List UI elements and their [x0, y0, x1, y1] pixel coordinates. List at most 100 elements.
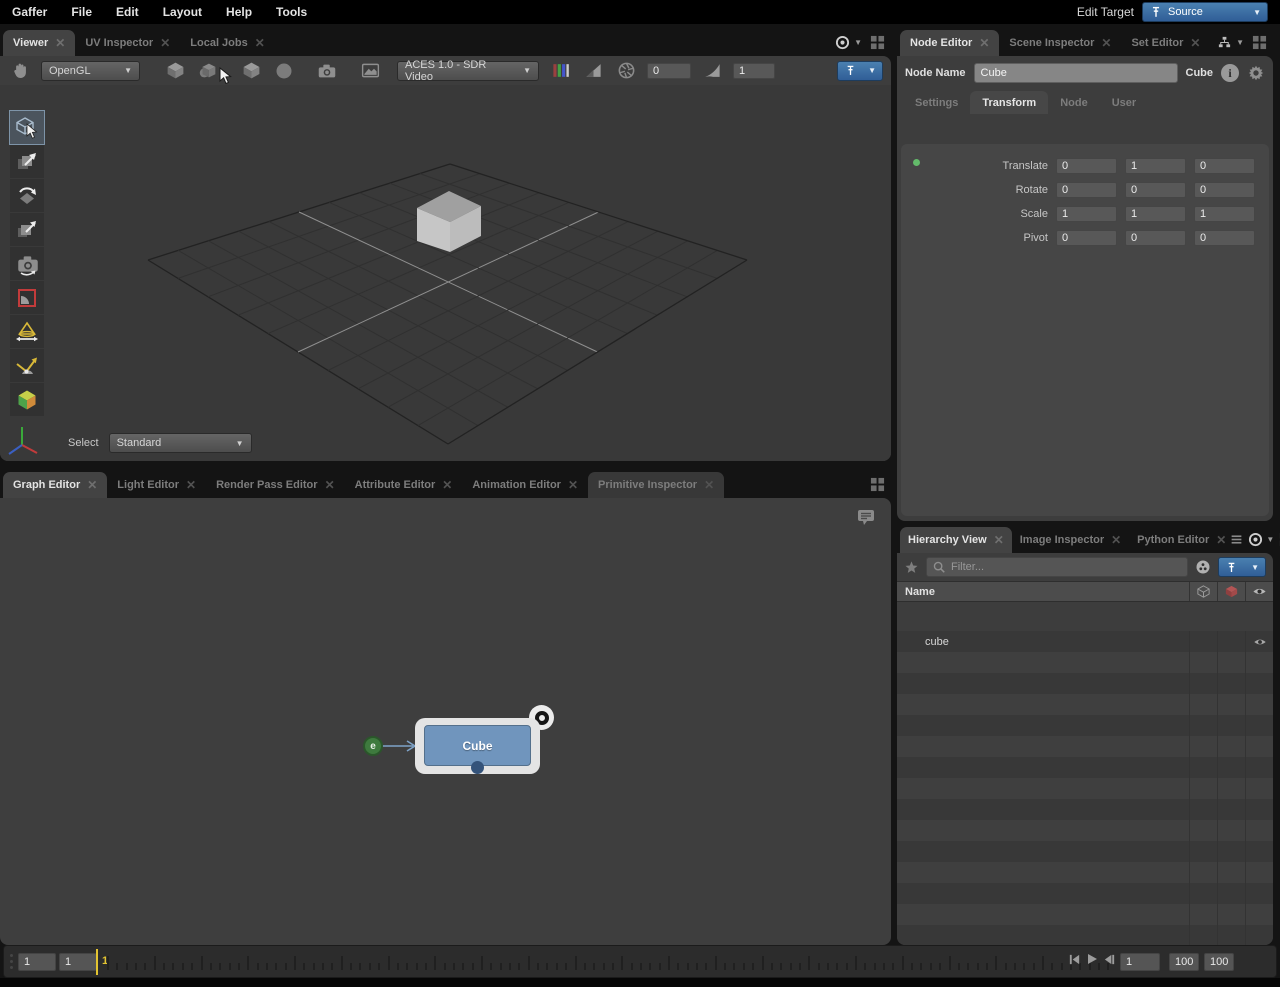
aperture-icon[interactable] — [614, 59, 638, 83]
skip-to-start-icon[interactable] — [1068, 953, 1081, 966]
tab-animation-editor[interactable]: Animation Editor ✕ — [462, 472, 588, 498]
camera-tool-button[interactable] — [10, 247, 44, 280]
exposure-icon[interactable] — [581, 59, 605, 83]
layout-grid-icon[interactable] — [1252, 35, 1267, 50]
tab-uv-inspector[interactable]: UV Inspector ✕ — [75, 30, 180, 56]
close-icon[interactable]: ✕ — [994, 534, 1004, 546]
menu-help[interactable]: Help — [226, 5, 252, 19]
info-icon[interactable]: i — [1221, 64, 1239, 82]
playhead[interactable] — [96, 949, 98, 975]
select-tool-button[interactable] — [10, 111, 44, 144]
pan-hand-icon[interactable] — [8, 59, 32, 83]
uv-cube-tool-button[interactable] — [10, 383, 44, 416]
node-set-button[interactable]: ▼ — [1217, 35, 1244, 50]
menu-gaffer[interactable]: Gaffer — [12, 5, 47, 19]
close-icon[interactable]: ✕ — [1101, 37, 1111, 49]
shading-cube-icon[interactable] — [239, 59, 263, 83]
fps-field[interactable] — [1204, 953, 1234, 971]
menu-edit[interactable]: Edit — [116, 5, 139, 19]
select-mode-dropdown[interactable]: Standard ▼ — [109, 433, 252, 453]
rotate-x-field[interactable] — [1056, 182, 1117, 198]
close-icon[interactable]: ✕ — [186, 479, 196, 491]
display-transform-dropdown[interactable]: ACES 1.0 - SDR Video ▼ — [397, 61, 539, 81]
tab-attribute-editor[interactable]: Attribute Editor ✕ — [345, 472, 463, 498]
rotate-z-field[interactable] — [1194, 182, 1255, 198]
gamma-field[interactable] — [733, 63, 775, 79]
tab-scene-inspector[interactable]: Scene Inspector ✕ — [999, 30, 1121, 56]
pivot-x-field[interactable] — [1056, 230, 1117, 246]
renderer-dropdown[interactable]: OpenGL ▼ — [41, 61, 140, 81]
current-frame-field[interactable] — [59, 953, 97, 971]
focus-target-button[interactable]: ▼ — [1248, 532, 1274, 547]
drawing-mode-icon[interactable] — [163, 59, 187, 83]
tab-light-editor[interactable]: Light Editor ✕ — [107, 472, 206, 498]
gamma-icon[interactable] — [700, 59, 724, 83]
bound-column-header[interactable] — [1189, 582, 1217, 601]
exclude-column-header[interactable] — [1217, 582, 1245, 601]
exposure-field[interactable] — [647, 63, 691, 79]
image-icon[interactable] — [358, 59, 382, 83]
rotate-y-field[interactable] — [1125, 182, 1186, 198]
focus-target-button[interactable]: ▼ — [835, 35, 862, 50]
close-icon[interactable]: ✕ — [1111, 534, 1121, 546]
viewport-3d[interactable]: Select Standard ▼ — [0, 85, 891, 461]
annotation-icon[interactable] — [854, 505, 878, 529]
subtab-settings[interactable]: Settings — [903, 91, 970, 114]
node-name-input[interactable] — [974, 63, 1178, 83]
visibility-column-header[interactable] — [1245, 582, 1273, 601]
tab-node-editor[interactable]: Node Editor ✕ — [900, 30, 999, 56]
layout-grid-icon[interactable] — [870, 477, 885, 492]
row-exclude-cell[interactable] — [1217, 631, 1245, 652]
node-output-plug[interactable] — [471, 761, 484, 774]
pivot-z-field[interactable] — [1194, 230, 1255, 246]
tab-viewer[interactable]: Viewer ✕ — [3, 30, 75, 56]
tab-graph-editor[interactable]: Graph Editor ✕ — [3, 472, 107, 498]
sphere-icon[interactable] — [272, 59, 296, 83]
close-icon[interactable]: ✕ — [979, 37, 989, 49]
skip-to-end-icon[interactable] — [1103, 953, 1116, 966]
close-icon[interactable]: ✕ — [1216, 534, 1226, 546]
menu-layout[interactable]: Layout — [163, 5, 202, 19]
colorbars-icon[interactable] — [548, 59, 572, 83]
gear-icon[interactable] — [1247, 64, 1265, 82]
close-icon[interactable]: ✕ — [442, 479, 452, 491]
scale-y-field[interactable] — [1125, 206, 1186, 222]
end-frame-field[interactable] — [1169, 953, 1199, 971]
row-visibility-cell[interactable] — [1245, 631, 1273, 652]
close-icon[interactable]: ✕ — [325, 479, 335, 491]
tab-render-pass-editor[interactable]: Render Pass Editor ✕ — [206, 472, 345, 498]
range-start-field[interactable] — [18, 953, 56, 971]
translate-z-field[interactable] — [1194, 158, 1255, 174]
hierarchy-row-cube[interactable]: cube — [897, 631, 1273, 652]
close-icon[interactable]: ✕ — [568, 479, 578, 491]
menu-file[interactable]: File — [71, 5, 92, 19]
hamburger-menu-icon[interactable] — [1230, 533, 1243, 546]
rotate-tool-button[interactable] — [10, 179, 44, 212]
light-tool-button[interactable] — [10, 315, 44, 348]
camera-icon[interactable] — [315, 59, 339, 83]
close-icon[interactable]: ✕ — [160, 37, 170, 49]
translate-x-field[interactable] — [1056, 158, 1117, 174]
tab-set-editor[interactable]: Set Editor ✕ — [1121, 30, 1210, 56]
node-enabled-plug[interactable]: e — [363, 736, 383, 756]
tab-primitive-inspector[interactable]: Primitive Inspector ✕ — [588, 472, 724, 498]
play-icon[interactable] — [1085, 952, 1099, 966]
tab-hierarchy-view[interactable]: Hierarchy View ✕ — [900, 527, 1012, 553]
close-icon[interactable]: ✕ — [87, 479, 97, 491]
filter-search-box[interactable] — [926, 557, 1188, 577]
crop-window-tool-button[interactable] — [10, 281, 44, 314]
edit-target-dropdown[interactable]: Source ▼ — [1142, 2, 1268, 22]
close-icon[interactable]: ✕ — [255, 37, 265, 49]
close-icon[interactable]: ✕ — [704, 479, 714, 491]
star-icon[interactable] — [904, 560, 919, 575]
filter-input[interactable] — [951, 561, 1182, 573]
subtab-user[interactable]: User — [1100, 91, 1148, 114]
subtab-transform[interactable]: Transform — [970, 91, 1048, 114]
frame-ruler[interactable] — [107, 949, 1121, 975]
tab-image-inspector[interactable]: Image Inspector ✕ — [1012, 527, 1129, 553]
hierarchy-pin-dropdown[interactable]: ▼ — [1218, 557, 1266, 577]
drag-handle[interactable] — [10, 954, 13, 969]
set-filter-icon[interactable] — [1195, 559, 1211, 575]
cube-node-label[interactable]: Cube — [424, 725, 531, 766]
light-placement-tool-button[interactable] — [10, 349, 44, 382]
